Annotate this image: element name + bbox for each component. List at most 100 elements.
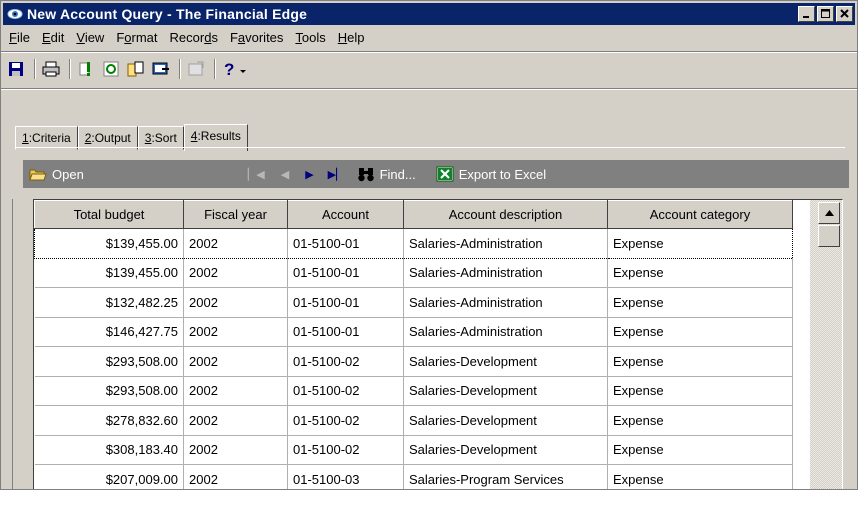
last-record-icon[interactable]: ▶▏ [328, 168, 345, 181]
results-table: Total budget Fiscal year Account Account… [34, 200, 793, 489]
cell-fiscal-year[interactable]: 2002 [183, 435, 288, 465]
cell-account[interactable]: 01-5100-01 [287, 258, 404, 288]
open-button[interactable]: Open [29, 167, 84, 182]
find-button[interactable]: Find... [357, 166, 416, 182]
column-header-account-category[interactable]: Account category [607, 200, 793, 229]
table-row[interactable]: $308,183.40 2002 01-5100-02 Salaries-Dev… [34, 435, 793, 465]
cell-total-budget[interactable]: $293,508.00 [34, 346, 184, 377]
cell-account-category[interactable]: Expense [607, 435, 793, 465]
cell-total-budget[interactable]: $139,455.00 [34, 258, 184, 288]
menu-view[interactable]: View [70, 27, 110, 49]
cell-account[interactable]: 01-5100-02 [287, 376, 404, 406]
cell-fiscal-year[interactable]: 2002 [183, 228, 288, 259]
menu-tools[interactable]: Tools [289, 27, 331, 49]
cell-account[interactable]: 01-5100-01 [287, 317, 404, 347]
table-row[interactable]: $139,455.00 2002 01-5100-01 Salaries-Adm… [34, 258, 793, 288]
cell-account-description[interactable]: Salaries-Program Services [403, 464, 608, 489]
cell-account-category[interactable]: Expense [607, 287, 793, 318]
main-toolbar: ? [5, 56, 257, 82]
column-header-account[interactable]: Account [287, 200, 404, 229]
cell-account-description[interactable]: Salaries-Development [403, 435, 608, 465]
cell-total-budget[interactable]: $278,832.60 [34, 405, 184, 436]
table-row[interactable]: $278,832.60 2002 01-5100-02 Salaries-Dev… [34, 405, 793, 436]
print-button[interactable] [40, 58, 62, 80]
scroll-up-button[interactable] [818, 202, 840, 224]
prev-record-icon[interactable]: ◀ [281, 168, 289, 181]
menu-file[interactable]: File [3, 27, 36, 49]
cell-total-budget[interactable]: $139,455.00 [34, 228, 184, 259]
cell-account-category[interactable]: Expense [607, 464, 793, 489]
cell-fiscal-year[interactable]: 2002 [183, 346, 288, 377]
menu-records[interactable]: Records [164, 27, 224, 49]
cell-account-category[interactable]: Expense [607, 258, 793, 288]
table-row[interactable]: $146,427.75 2002 01-5100-01 Salaries-Adm… [34, 317, 793, 347]
title-bar[interactable]: New Account Query - The Financial Edge [3, 3, 855, 25]
cell-fiscal-year[interactable]: 2002 [183, 287, 288, 318]
table-row[interactable]: $293,508.00 2002 01-5100-02 Salaries-Dev… [34, 376, 793, 406]
cell-account-category[interactable]: Expense [607, 228, 793, 259]
toolbar-separator [69, 59, 71, 79]
cell-account[interactable]: 01-5100-02 [287, 435, 404, 465]
vertical-scrollbar[interactable] [810, 200, 842, 489]
cell-total-budget[interactable]: $293,508.00 [34, 376, 184, 406]
cell-account[interactable]: 01-5100-03 [287, 464, 404, 489]
properties-icon [188, 61, 204, 76]
cell-account-category[interactable]: Expense [607, 317, 793, 347]
table-row[interactable]: $139,455.00 2002 01-5100-01 Salaries-Adm… [34, 228, 793, 259]
scroll-thumb[interactable] [818, 225, 840, 247]
cell-account-category[interactable]: Expense [607, 346, 793, 377]
cell-account[interactable]: 01-5100-01 [287, 228, 404, 259]
cell-account-description[interactable]: Salaries-Development [403, 405, 608, 436]
column-header-total-budget[interactable]: Total budget [34, 200, 184, 229]
menu-format[interactable]: Format [110, 27, 163, 49]
column-header-fiscal-year[interactable]: Fiscal year [183, 200, 288, 229]
cell-account-description[interactable]: Salaries-Development [403, 346, 608, 377]
query-window: New Account Query - The Financial Edge F… [0, 0, 858, 490]
results-grid: Total budget Fiscal year Account Account… [33, 199, 843, 489]
cell-total-budget[interactable]: $146,427.75 [34, 317, 184, 347]
menu-favorites[interactable]: Favorites [224, 27, 289, 49]
table-row[interactable]: $207,009.00 2002 01-5100-03 Salaries-Pro… [34, 464, 793, 489]
cell-account[interactable]: 01-5100-02 [287, 346, 404, 377]
cell-total-budget[interactable]: $207,009.00 [34, 464, 184, 489]
save-button[interactable] [5, 58, 27, 80]
run-query-button[interactable] [75, 58, 97, 80]
close-button[interactable] [836, 6, 853, 22]
cell-fiscal-year[interactable]: 2002 [183, 258, 288, 288]
table-row[interactable]: $132,482.25 2002 01-5100-01 Salaries-Adm… [34, 287, 793, 318]
column-header-account-description[interactable]: Account description [403, 200, 608, 229]
find-label: Find... [379, 166, 416, 182]
minimize-button[interactable] [798, 6, 815, 22]
help-button[interactable]: ? [220, 58, 254, 80]
table-row[interactable]: $293,508.00 2002 01-5100-02 Salaries-Dev… [34, 346, 793, 377]
cell-account[interactable]: 01-5100-02 [287, 405, 404, 436]
cell-fiscal-year[interactable]: 2002 [183, 405, 288, 436]
cell-account[interactable]: 01-5100-01 [287, 287, 404, 318]
cell-fiscal-year[interactable]: 2002 [183, 464, 288, 489]
properties-button[interactable] [185, 58, 207, 80]
cell-fiscal-year[interactable]: 2002 [183, 317, 288, 347]
cell-account-category[interactable]: Expense [607, 405, 793, 436]
export-to-excel-button[interactable]: Export to Excel [436, 166, 546, 182]
first-record-icon[interactable]: ▏◀ [248, 168, 265, 181]
cell-account-description[interactable]: Salaries-Administration [403, 228, 608, 259]
cell-total-budget[interactable]: $132,482.25 [34, 287, 184, 318]
cell-fiscal-year[interactable]: 2002 [183, 376, 288, 406]
cell-total-budget[interactable]: $308,183.40 [34, 435, 184, 465]
menu-help[interactable]: Help [332, 27, 371, 49]
header-row: Total budget Fiscal year Account Account… [34, 200, 793, 229]
copy-button[interactable] [125, 58, 147, 80]
menu-edit[interactable]: Edit [36, 27, 70, 49]
refresh-button[interactable] [100, 58, 122, 80]
maximize-button[interactable] [817, 6, 834, 22]
cell-account-description[interactable]: Salaries-Administration [403, 258, 608, 288]
copy-icon [127, 61, 144, 77]
cell-account-description[interactable]: Salaries-Administration [403, 287, 608, 318]
export-button[interactable] [150, 58, 172, 80]
cell-account-category[interactable]: Expense [607, 376, 793, 406]
print-icon [42, 61, 60, 77]
next-record-icon[interactable]: ▶ [305, 168, 313, 181]
cell-account-description[interactable]: Salaries-Development [403, 376, 608, 406]
cell-account-description[interactable]: Salaries-Administration [403, 317, 608, 347]
toolbar-separator [179, 59, 181, 79]
